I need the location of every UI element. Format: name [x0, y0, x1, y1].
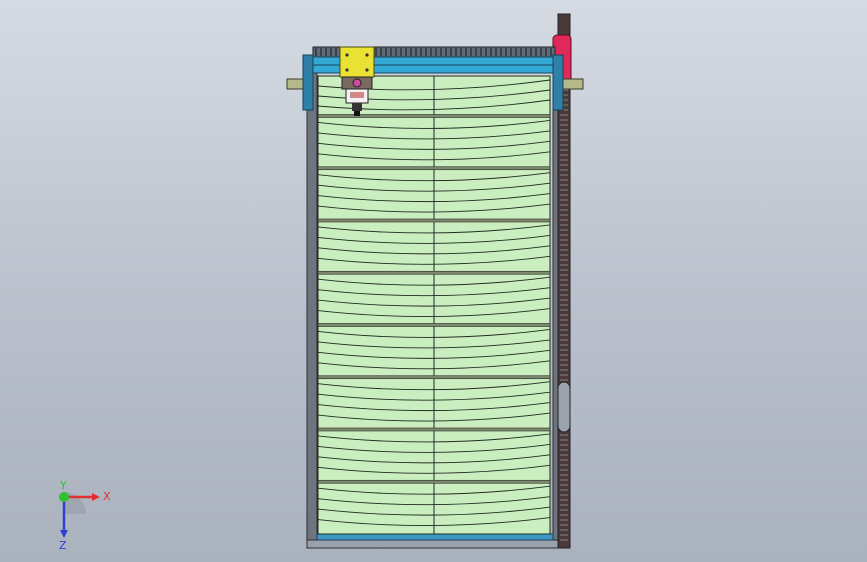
section-divider [317, 375, 551, 380]
tool-bit [354, 111, 360, 116]
section-divider [317, 479, 551, 484]
section-divider [317, 427, 551, 432]
x-axis-label: X [103, 490, 111, 503]
section-divider [317, 114, 551, 118]
axis-triad: X Y Z [59, 480, 111, 550]
z-axis-label: Z [59, 539, 67, 550]
section-divider [317, 166, 551, 171]
y-axis-marker [59, 492, 69, 502]
section-divider [317, 270, 551, 275]
section-divider [317, 218, 551, 223]
limit-slot [557, 381, 571, 433]
right-gantry-leg [552, 54, 564, 111]
bed-panels [317, 75, 551, 535]
y-axis-label: Y [59, 480, 67, 492]
cad-viewport[interactable] [0, 0, 867, 562]
right-shaft [560, 78, 584, 90]
bottom-rail [316, 533, 554, 541]
left-gantry-leg [302, 54, 314, 111]
section-divider [317, 323, 551, 327]
